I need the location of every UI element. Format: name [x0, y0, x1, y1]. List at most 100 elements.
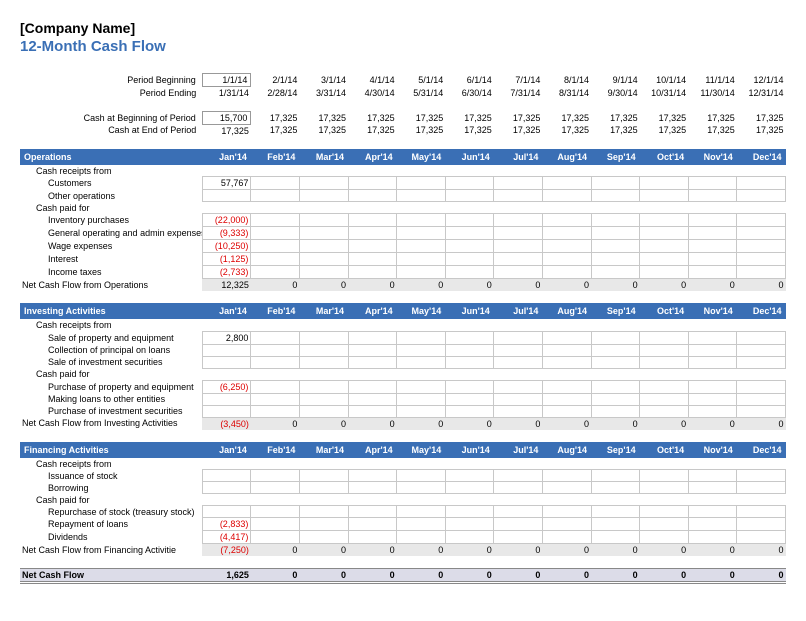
operations-paid-2-cell[interactable]: [494, 240, 543, 253]
investing-receipt-1-cell[interactable]: [397, 344, 446, 356]
financing-receipt-1-cell[interactable]: [494, 482, 543, 494]
financing-paid-1-cell[interactable]: [688, 518, 737, 531]
investing-paid-0-cell[interactable]: [348, 380, 397, 393]
investing-paid-1-cell[interactable]: [445, 393, 494, 405]
investing-receipt-2-cell[interactable]: [591, 356, 640, 368]
financing-paid-2-cell[interactable]: [688, 531, 737, 544]
operations-paid-2-cell[interactable]: (10,250): [202, 240, 251, 253]
operations-receipt-1-cell[interactable]: [494, 190, 543, 202]
financing-receipt-1-cell[interactable]: [397, 482, 446, 494]
investing-receipt-0-cell[interactable]: [494, 331, 543, 344]
investing-receipt-2-cell[interactable]: [299, 356, 348, 368]
investing-paid-2-cell[interactable]: [688, 405, 737, 417]
operations-receipt-1-cell[interactable]: [688, 190, 737, 202]
operations-paid-1-cell[interactable]: (9,333): [202, 227, 251, 240]
investing-paid-1-cell[interactable]: [640, 393, 689, 405]
operations-paid-4-cell[interactable]: [688, 266, 737, 279]
operations-paid-0-cell[interactable]: [251, 214, 300, 227]
investing-receipt-1-cell[interactable]: [737, 344, 786, 356]
financing-paid-1-cell[interactable]: [494, 518, 543, 531]
operations-paid-1-cell[interactable]: [640, 227, 689, 240]
operations-paid-2-cell[interactable]: [591, 240, 640, 253]
operations-paid-4-cell[interactable]: [737, 266, 786, 279]
financing-receipt-1-cell[interactable]: [348, 482, 397, 494]
financing-paid-2-cell[interactable]: [251, 531, 300, 544]
operations-paid-3-cell[interactable]: [348, 253, 397, 266]
operations-paid-3-cell[interactable]: [542, 253, 591, 266]
financing-paid-2-cell[interactable]: [299, 531, 348, 544]
operations-paid-2-cell[interactable]: [542, 240, 591, 253]
operations-receipt-0-cell[interactable]: [542, 177, 591, 190]
financing-receipt-0-cell[interactable]: [299, 470, 348, 482]
financing-receipt-0-cell[interactable]: [397, 470, 446, 482]
investing-paid-0-cell[interactable]: [251, 380, 300, 393]
investing-paid-0-cell[interactable]: [397, 380, 446, 393]
financing-paid-1-cell[interactable]: (2,833): [202, 518, 251, 531]
investing-paid-0-cell[interactable]: [542, 380, 591, 393]
investing-receipt-0-cell[interactable]: [251, 331, 300, 344]
financing-receipt-0-cell[interactable]: [348, 470, 397, 482]
financing-paid-2-cell[interactable]: [494, 531, 543, 544]
financing-paid-2-cell[interactable]: [591, 531, 640, 544]
financing-paid-2-cell[interactable]: [348, 531, 397, 544]
investing-receipt-1-cell[interactable]: [348, 344, 397, 356]
operations-receipt-0-cell[interactable]: [445, 177, 494, 190]
investing-paid-2-cell[interactable]: [494, 405, 543, 417]
investing-receipt-1-cell[interactable]: [251, 344, 300, 356]
investing-receipt-0-cell[interactable]: [445, 331, 494, 344]
financing-paid-1-cell[interactable]: [251, 518, 300, 531]
investing-receipt-2-cell[interactable]: [251, 356, 300, 368]
investing-paid-1-cell[interactable]: [202, 393, 251, 405]
investing-paid-0-cell[interactable]: [591, 380, 640, 393]
operations-paid-4-cell[interactable]: [542, 266, 591, 279]
investing-receipt-0-cell[interactable]: [688, 331, 737, 344]
financing-paid-2-cell[interactable]: [445, 531, 494, 544]
financing-paid-0-cell[interactable]: [494, 506, 543, 518]
investing-receipt-2-cell[interactable]: [202, 356, 251, 368]
operations-paid-0-cell[interactable]: [640, 214, 689, 227]
operations-receipt-0-cell[interactable]: [299, 177, 348, 190]
financing-receipt-1-cell[interactable]: [299, 482, 348, 494]
financing-paid-0-cell[interactable]: [640, 506, 689, 518]
operations-paid-3-cell[interactable]: [299, 253, 348, 266]
operations-receipt-1-cell[interactable]: [737, 190, 786, 202]
financing-paid-2-cell[interactable]: [640, 531, 689, 544]
investing-paid-0-cell[interactable]: (6,250): [202, 380, 251, 393]
financing-paid-0-cell[interactable]: [397, 506, 446, 518]
investing-paid-2-cell[interactable]: [202, 405, 251, 417]
operations-receipt-1-cell[interactable]: [397, 190, 446, 202]
operations-paid-4-cell[interactable]: [251, 266, 300, 279]
financing-paid-1-cell[interactable]: [397, 518, 446, 531]
operations-paid-2-cell[interactable]: [397, 240, 446, 253]
financing-receipt-0-cell[interactable]: [494, 470, 543, 482]
operations-paid-0-cell[interactable]: [299, 214, 348, 227]
financing-paid-0-cell[interactable]: [591, 506, 640, 518]
operations-paid-4-cell[interactable]: [640, 266, 689, 279]
operations-receipt-0-cell[interactable]: [737, 177, 786, 190]
investing-receipt-0-cell[interactable]: 2,800: [202, 331, 251, 344]
operations-paid-2-cell[interactable]: [299, 240, 348, 253]
investing-paid-2-cell[interactable]: [397, 405, 446, 417]
operations-receipt-1-cell[interactable]: [299, 190, 348, 202]
operations-paid-3-cell[interactable]: [640, 253, 689, 266]
investing-receipt-0-cell[interactable]: [542, 331, 591, 344]
operations-paid-3-cell[interactable]: [591, 253, 640, 266]
financing-paid-0-cell[interactable]: [445, 506, 494, 518]
investing-receipt-1-cell[interactable]: [688, 344, 737, 356]
financing-receipt-1-cell[interactable]: [542, 482, 591, 494]
operations-paid-3-cell[interactable]: [251, 253, 300, 266]
operations-paid-1-cell[interactable]: [348, 227, 397, 240]
financing-paid-1-cell[interactable]: [737, 518, 786, 531]
financing-receipt-0-cell[interactable]: [688, 470, 737, 482]
financing-receipt-0-cell[interactable]: [202, 470, 251, 482]
operations-paid-1-cell[interactable]: [591, 227, 640, 240]
investing-receipt-1-cell[interactable]: [202, 344, 251, 356]
operations-paid-0-cell[interactable]: [542, 214, 591, 227]
operations-paid-3-cell[interactable]: (1,125): [202, 253, 251, 266]
operations-paid-2-cell[interactable]: [251, 240, 300, 253]
investing-paid-1-cell[interactable]: [348, 393, 397, 405]
investing-paid-0-cell[interactable]: [494, 380, 543, 393]
financing-receipt-0-cell[interactable]: [640, 470, 689, 482]
operations-paid-4-cell[interactable]: [591, 266, 640, 279]
investing-receipt-2-cell[interactable]: [737, 356, 786, 368]
